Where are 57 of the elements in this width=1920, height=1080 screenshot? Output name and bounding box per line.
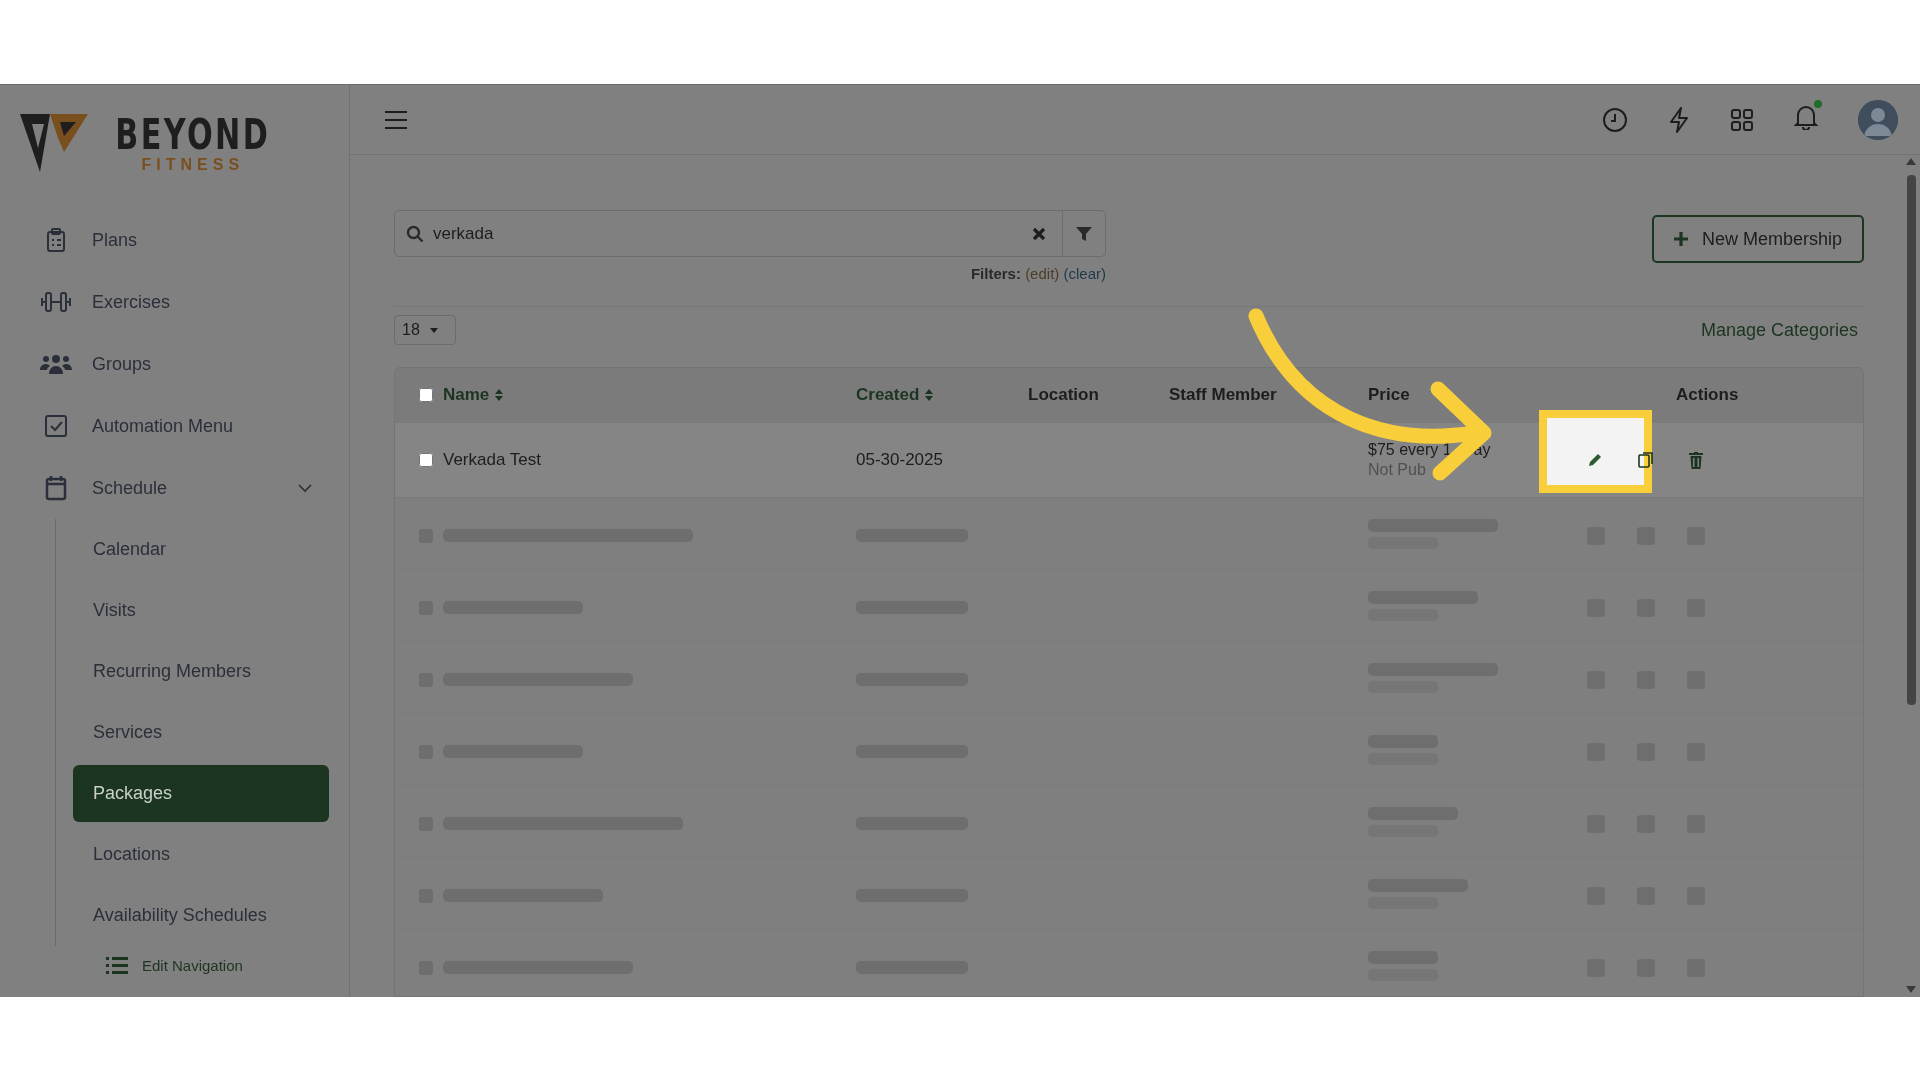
nav-item[interactable]: Recurring Members [73,641,329,702]
filters-label: Filters: [970,265,1021,282]
edit-navigation-link[interactable]: Edit Navigation [0,953,349,997]
select-all-checkbox[interactable] [419,388,433,402]
column-header: Price [1368,385,1410,405]
sort-icon[interactable] [494,387,505,403]
page-size-dropdown[interactable]: 18 [394,315,456,345]
calendar-icon [45,475,67,501]
pencil-icon[interactable] [1587,452,1603,468]
column-header: Actions [1676,385,1739,405]
copy-icon[interactable] [1637,451,1655,469]
nav-item[interactable]: Availability Schedules [73,885,329,946]
nav-item[interactable]: Services [73,702,329,763]
dumbbell-icon [40,291,72,313]
column-header[interactable]: Created [856,385,920,405]
list-icon [106,957,128,975]
brand-name: BEYOND [115,113,271,157]
checkbox-icon [45,415,67,437]
nav-item[interactable]: Schedule [0,457,349,519]
trash-icon[interactable] [1689,451,1703,469]
lightning-icon[interactable] [1668,106,1690,133]
nav-item[interactable]: Plans [0,209,349,271]
search-icon [406,225,424,243]
search-field[interactable]: verkada [394,210,1106,257]
table-cell: 05-30-2025 [856,450,943,470]
clear-icon[interactable] [1032,227,1046,241]
column-header: Location [1028,385,1099,405]
clipboard-icon [45,228,67,252]
nav-item[interactable]: Groups [0,333,349,395]
sort-icon[interactable] [924,387,935,403]
menu-icon[interactable] [384,109,408,130]
nav-item[interactable]: Locations [73,824,329,885]
nav-item[interactable]: Visits [73,580,329,641]
price-text: $75 every 1 [1368,441,1452,458]
nav-item[interactable]: Automation Menu [0,395,349,457]
row-checkbox[interactable] [419,453,433,467]
table-cell: Verkada Test [443,450,541,470]
avatar[interactable] [1858,99,1898,140]
nav-item[interactable]: Packages [73,765,329,822]
people-icon [40,352,72,376]
clear-filters-link[interactable]: (clear) [1063,265,1106,282]
brand-tagline: FITNESS [141,157,245,173]
plus-icon [1673,232,1688,246]
caret-icon [429,327,438,333]
column-header[interactable]: Name [443,385,490,405]
nav-item[interactable]: Calendar [73,519,329,580]
grid-icon[interactable] [1730,107,1754,132]
logo-icon [20,112,90,174]
bell-icon[interactable] [1794,104,1818,130]
column-header: Staff Member [1169,385,1277,405]
clock-icon[interactable] [1602,106,1628,133]
edit-filters-link[interactable]: (edit) [1025,265,1060,282]
manage-categories-link[interactable]: Manage Categories [1700,319,1858,341]
nav-item[interactable]: Exercises [0,271,349,333]
new-membership-button[interactable]: New Membership [1651,215,1864,263]
chevron-icon[interactable] [297,483,313,493]
filter-icon [1076,225,1092,242]
